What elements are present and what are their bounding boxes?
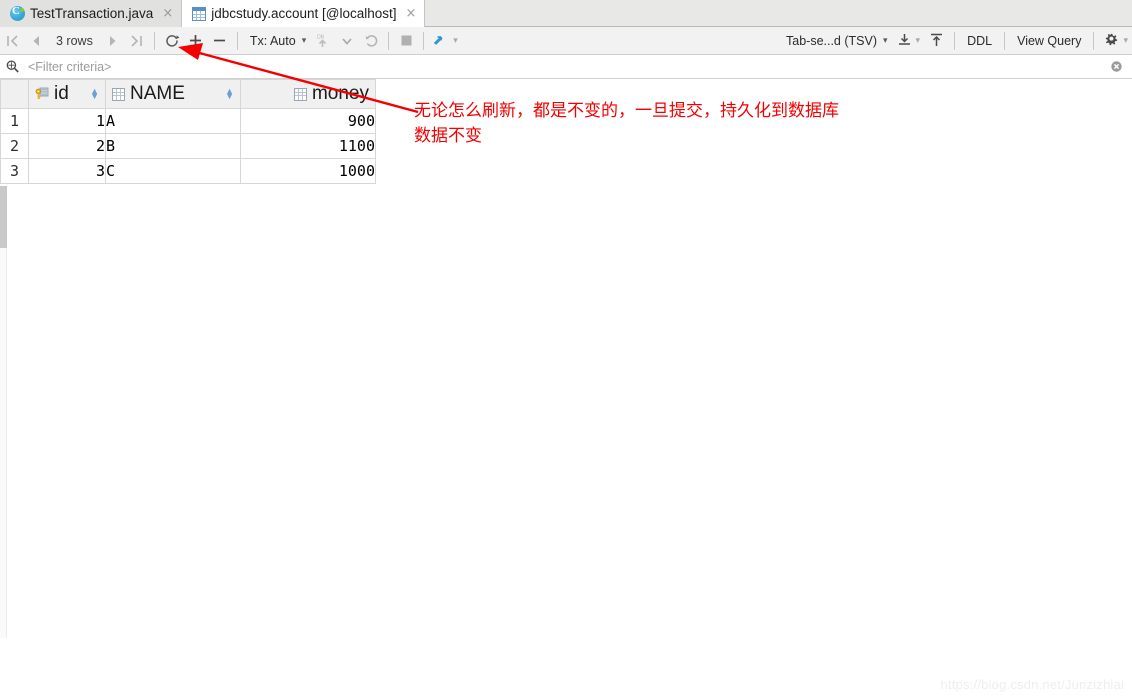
toolbar-separator bbox=[388, 31, 390, 50]
table-header-row: id ▲ ▼ NAME ▲ ▼ money bbox=[0, 79, 376, 109]
watermark: https://blog.csdn.net/Junzizhiai bbox=[940, 677, 1124, 692]
cell-money[interactable]: 900 bbox=[240, 108, 376, 134]
java-class-icon bbox=[10, 5, 25, 21]
row-number: 1 bbox=[0, 108, 29, 134]
chevron-down-icon: ▾ bbox=[883, 35, 888, 45]
annotation-text-line2: 数据不变 bbox=[414, 126, 482, 146]
row-count-label: 3 rows bbox=[56, 33, 93, 48]
toolbar-separator bbox=[954, 31, 956, 50]
column-header-money[interactable]: money bbox=[240, 79, 376, 109]
first-page-icon[interactable] bbox=[0, 27, 24, 55]
database-table-view: TestTransaction.java × jdbcstudy.account… bbox=[0, 0, 1132, 700]
table-grid-icon bbox=[192, 6, 207, 21]
ddl-label: DDL bbox=[967, 33, 993, 48]
chevron-down-icon: ▾ bbox=[915, 35, 921, 45]
chevron-down-icon: ▾ bbox=[453, 35, 458, 45]
cell-name[interactable]: C bbox=[105, 158, 241, 184]
export-format-label: Tab-se...d (TSV) bbox=[786, 33, 877, 48]
chevron-down-icon: ▾ bbox=[301, 35, 307, 45]
add-row-button[interactable] bbox=[184, 27, 208, 55]
gear-icon[interactable]: ▾ bbox=[1099, 27, 1132, 55]
cell-money[interactable]: 1000 bbox=[240, 158, 376, 184]
import-data-icon[interactable]: ▾ bbox=[892, 27, 925, 55]
revert-icon[interactable] bbox=[359, 27, 383, 55]
toolbar-separator bbox=[1004, 31, 1006, 50]
cell-id[interactable]: 2 bbox=[28, 133, 106, 159]
tab-jdbcstudy-account[interactable]: jdbcstudy.account [@localhost] × bbox=[182, 0, 426, 27]
cell-name[interactable]: A bbox=[105, 108, 241, 134]
commit-button[interactable]: DB bbox=[310, 27, 335, 55]
tab-bar-filler bbox=[425, 0, 1132, 26]
transpose-icon[interactable]: ▾ bbox=[429, 27, 462, 55]
cell-id[interactable]: 1 bbox=[28, 108, 106, 134]
toolbar-separator bbox=[153, 31, 155, 50]
toolbar-separator bbox=[236, 31, 238, 50]
toolbar-separator bbox=[1093, 31, 1095, 50]
toolbar-separator bbox=[423, 31, 425, 50]
cell-id[interactable]: 3 bbox=[28, 158, 106, 184]
export-data-icon[interactable] bbox=[924, 27, 949, 55]
left-scroll-rail[interactable] bbox=[0, 186, 7, 638]
chevron-down-icon: ▾ bbox=[1123, 35, 1128, 45]
filter-bar: <Filter criteria> bbox=[0, 55, 1132, 79]
result-data-grid[interactable]: id ▲ ▼ NAME ▲ ▼ money 1 1 A 900 2 2 B 11… bbox=[0, 79, 376, 184]
column-header-id[interactable]: id ▲ ▼ bbox=[28, 79, 106, 109]
tab-label: TestTransaction.java bbox=[30, 6, 154, 21]
reload-icon[interactable] bbox=[160, 27, 184, 55]
filter-search-icon[interactable] bbox=[0, 53, 24, 81]
editor-tab-bar: TestTransaction.java × jdbcstudy.account… bbox=[0, 0, 1132, 27]
column-grid-icon bbox=[293, 87, 307, 101]
table-row[interactable]: 1 1 A 900 bbox=[0, 108, 376, 134]
row-number: 3 bbox=[0, 158, 29, 184]
stop-icon[interactable] bbox=[394, 27, 418, 55]
row-number: 2 bbox=[0, 133, 29, 159]
transaction-mode-dropdown[interactable]: Tx: Auto ▾ bbox=[243, 27, 310, 55]
sort-indicator-icon[interactable]: ▲ ▼ bbox=[225, 87, 234, 101]
cell-money[interactable]: 1100 bbox=[240, 133, 376, 159]
annotation-text-line1: 无论怎么刷新，都是不变的，一旦提交，持久化到数据库 bbox=[414, 101, 839, 121]
export-format-dropdown[interactable]: Tab-se...d (TSV) ▾ bbox=[779, 27, 892, 55]
delete-row-button[interactable] bbox=[208, 27, 232, 55]
row-number-header bbox=[0, 79, 29, 109]
column-grid-icon bbox=[112, 87, 125, 101]
cell-name[interactable]: B bbox=[105, 133, 241, 159]
column-label: NAME bbox=[130, 83, 185, 104]
grid-toolbar: 3 rows Tx: Auto ▾ DB ▾ Tab-se...d (TSV) … bbox=[0, 27, 1132, 55]
close-icon[interactable]: × bbox=[406, 7, 417, 20]
rollback-dropdown-icon[interactable] bbox=[335, 27, 359, 55]
column-header-name[interactable]: NAME ▲ ▼ bbox=[105, 79, 241, 109]
clear-filter-icon[interactable] bbox=[1110, 60, 1123, 73]
primary-key-icon bbox=[35, 87, 49, 99]
filter-criteria-input[interactable]: <Filter criteria> bbox=[24, 60, 1110, 74]
transaction-mode-label: Tx: Auto bbox=[249, 33, 296, 48]
table-row[interactable]: 3 3 C 1000 bbox=[0, 158, 376, 184]
view-query-label: View Query bbox=[1017, 33, 1082, 48]
next-page-icon[interactable] bbox=[101, 27, 125, 55]
close-icon[interactable]: × bbox=[162, 7, 173, 20]
column-label: money bbox=[311, 83, 369, 104]
tab-label: jdbcstudy.account [@localhost] bbox=[211, 6, 397, 21]
column-label: id bbox=[54, 83, 69, 104]
ddl-button[interactable]: DDL bbox=[960, 27, 999, 55]
left-scrollbar-thumb[interactable] bbox=[0, 186, 7, 248]
table-row[interactable]: 2 2 B 1100 bbox=[0, 133, 376, 159]
previous-page-icon[interactable] bbox=[24, 27, 48, 55]
sort-indicator-icon[interactable]: ▲ ▼ bbox=[90, 87, 99, 101]
view-query-button[interactable]: View Query bbox=[1010, 27, 1088, 55]
last-page-icon[interactable] bbox=[125, 27, 149, 55]
svg-text:DB: DB bbox=[317, 35, 325, 41]
tab-test-transaction-java[interactable]: TestTransaction.java × bbox=[0, 0, 183, 27]
